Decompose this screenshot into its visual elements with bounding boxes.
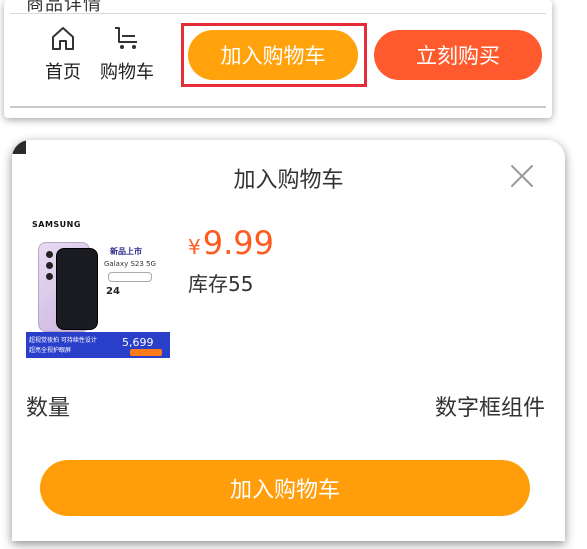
phone-front-graphic (56, 248, 98, 330)
popup-title: 加入购物车 (233, 168, 344, 193)
product-pill-graphic (108, 272, 152, 282)
bottom-action-bar: 首页 购物车 加入购物车 立刻购买 (10, 14, 546, 108)
add-to-cart-popup: 加入购物车 SAMSUNG 新品上市 Galaxy S23 5G 24 超视觉夜… (12, 140, 565, 541)
nav-cart[interactable]: 购物车 (94, 22, 160, 100)
quantity-stepper[interactable]: 数字框组件 (435, 390, 545, 422)
confirm-add-to-cart-button[interactable]: 加入购物车 (40, 460, 530, 516)
top-bar-cut-strip: 商品详情 (10, 0, 546, 14)
product-image-banner: 超视觉夜拍 可持续性设计 超亮全视护眼屏 5,699 (26, 332, 170, 358)
highlight-box (181, 23, 367, 87)
buy-now-button[interactable]: 立刻购买 (374, 30, 542, 80)
cut-off-text: 商品详情 (26, 0, 102, 14)
screen: 商品详情 首页 购物车 加入购物车 立刻购买 加入购物车 SAMSUNG 新品上… (0, 0, 587, 549)
banner-line-1: 超视觉夜拍 可持续性设计 (29, 337, 97, 344)
camera-graphic (46, 273, 53, 280)
product-badge: 24 (106, 286, 120, 297)
nav-cart-label: 购物车 (100, 62, 154, 83)
quantity-label: 数量 (26, 396, 71, 421)
banner-tag (130, 349, 162, 356)
close-icon[interactable] (508, 162, 536, 190)
price-value: 9.99 (202, 224, 274, 262)
camera-graphic (46, 262, 53, 269)
product-brand: SAMSUNG (32, 220, 81, 229)
product-price: ¥ 9.99 (188, 224, 274, 262)
product-model: Galaxy S23 5G (104, 260, 156, 268)
banner-price: 5,699 (122, 336, 154, 349)
stock-text: 库存55 (188, 272, 254, 296)
home-icon (52, 27, 74, 50)
nav-home-label: 首页 (45, 62, 81, 83)
nav-home[interactable]: 首页 (30, 22, 96, 100)
camera-graphic (46, 251, 53, 258)
cart-icon (115, 27, 137, 49)
banner-line-2: 超亮全视护眼屏 (29, 347, 72, 354)
product-image: SAMSUNG 新品上市 Galaxy S23 5G 24 超视觉夜拍 可持续性… (26, 218, 170, 358)
currency-symbol: ¥ (188, 235, 201, 259)
product-new-tag: 新品上市 (110, 247, 142, 256)
